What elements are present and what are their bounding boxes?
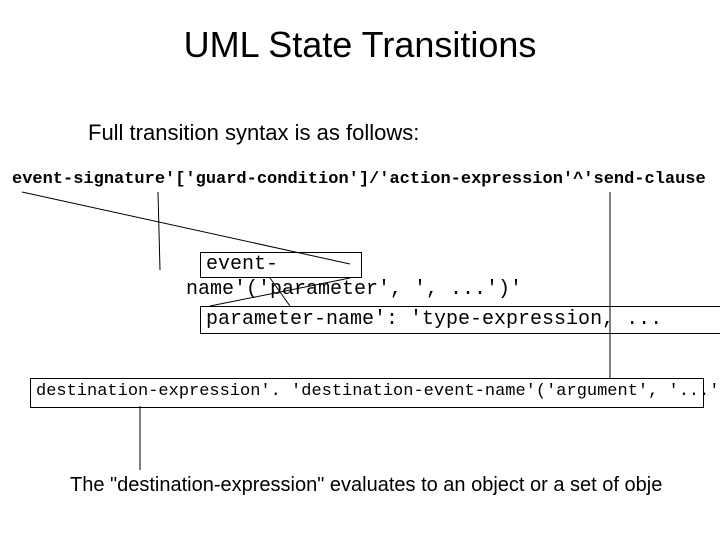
slide-title: UML State Transitions: [0, 24, 720, 66]
slide-subtitle: Full transition syntax is as follows:: [88, 120, 419, 146]
destination-text: destination-expression'. 'destination-ev…: [36, 382, 720, 401]
bottom-note: The "destination-expression" evaluates t…: [70, 474, 662, 497]
event-name-text-line2: name'('parameter', ', ...')': [186, 278, 522, 301]
parameter-text: parameter-name': 'type-expression, ...: [206, 308, 662, 331]
event-name-text-line1: event-: [206, 253, 278, 276]
syntax-definition: event-signature'['guard-condition']/'act…: [12, 170, 706, 189]
